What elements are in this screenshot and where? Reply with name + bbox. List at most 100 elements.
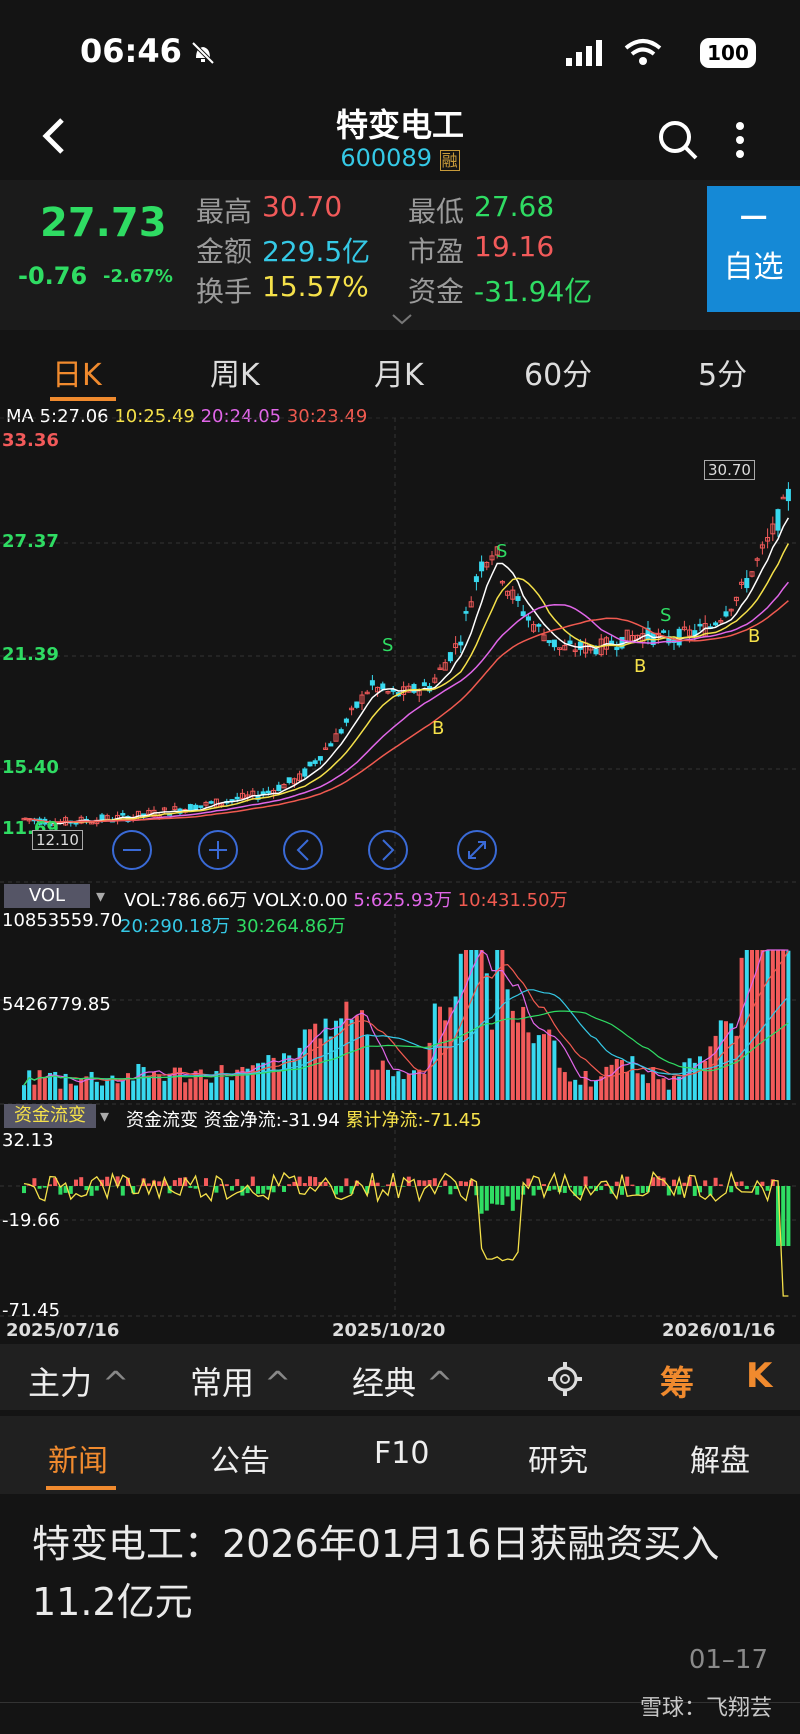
expand-chevron-icon[interactable] (390, 312, 414, 326)
zoom-out-icon[interactable] (112, 830, 152, 870)
volume-bar (131, 1080, 136, 1100)
watchlist-label: 自选 (723, 250, 784, 285)
tab-news[interactable]: 新闻 (48, 1436, 108, 1480)
axis-label-2: 27.37 (2, 531, 59, 552)
tab-weekly-k[interactable]: 周K (210, 350, 260, 394)
flow-bar (266, 1186, 271, 1190)
flow-bar (89, 1186, 94, 1196)
buy-marker: B (432, 718, 445, 739)
flow-cum-line (23, 1170, 789, 1297)
flow-axis-top: 32.13 (2, 1130, 54, 1151)
candle-body (354, 701, 360, 708)
common-button[interactable]: 常用 ^ (190, 1358, 291, 1404)
candle-body (276, 784, 282, 792)
flow-bar (42, 1186, 47, 1188)
add-watchlist-button[interactable]: − 自选 (707, 186, 800, 312)
volume-bar (510, 1010, 515, 1100)
dropdown-arrow-icon[interactable]: ▾ (100, 1106, 109, 1127)
volume-bar (536, 1035, 541, 1100)
volume-bar (22, 1085, 26, 1100)
vol-ma10: 10:431.50万 (457, 890, 568, 911)
flow-bar (313, 1177, 318, 1186)
high-price-marker: 30.70 (704, 460, 755, 480)
flow-bar (484, 1186, 489, 1211)
flow-bar (510, 1186, 515, 1211)
flow-bar (599, 1186, 604, 1191)
volume-bar (713, 1035, 718, 1100)
flow-axis-mid: -19.66 (2, 1210, 61, 1231)
news-headline[interactable]: 特变电工：2026年01月16日获融资买入11.2亿元 (32, 1515, 772, 1631)
volume-bar (438, 1006, 442, 1100)
volume-bar (256, 1063, 260, 1100)
volume-bar (490, 1029, 494, 1100)
classic-button[interactable]: 经典 ^ (352, 1358, 453, 1404)
flow-legend: 资金流变 资金净流:-31.94 累计净流:-71.45 (126, 1106, 482, 1132)
tab-announcement[interactable]: 公告 (210, 1436, 270, 1480)
tab-research[interactable]: 研究 (528, 1436, 588, 1480)
ma10-line (23, 543, 790, 823)
tab-5min[interactable]: 5分 (698, 350, 747, 394)
flow-bar (193, 1186, 198, 1189)
volume-bar (594, 1080, 598, 1100)
chevron-up-icon: ^ (102, 1364, 129, 1402)
pe-label: 市盈 (408, 235, 465, 268)
stock-code-text: 600089 (340, 144, 432, 172)
turnover-value: 15.57% (262, 270, 369, 303)
k-button[interactable]: K (746, 1356, 772, 1396)
volume-bar (609, 1064, 614, 1100)
volume-bar (105, 1079, 110, 1100)
candle-body (775, 509, 781, 531)
volume-bar (776, 950, 780, 1100)
volume-bar (100, 1085, 104, 1100)
volume-bar (276, 1070, 281, 1100)
dropdown-arrow-icon[interactable]: ▾ (96, 886, 105, 907)
pan-right-icon[interactable] (368, 830, 408, 870)
sell-marker: S (382, 635, 394, 656)
candle-body (520, 611, 526, 617)
gear-icon[interactable] (546, 1360, 584, 1398)
flow-bar (490, 1186, 494, 1204)
axis-label-4: 15.40 (2, 757, 59, 778)
more-menu-icon[interactable] (732, 120, 748, 160)
chip-button[interactable]: 筹 (660, 1356, 694, 1405)
tab-daily-k[interactable]: 日K (52, 350, 102, 394)
candle-body (208, 801, 214, 804)
volume-bar (94, 1081, 99, 1100)
tab-analysis[interactable]: 解盘 (690, 1436, 750, 1480)
volume-bar (583, 1071, 588, 1100)
flow-bar (729, 1186, 734, 1193)
flow-bar (105, 1176, 110, 1186)
high-label: 最高 (196, 195, 253, 228)
high-value: 30.70 (262, 190, 343, 223)
ma5-line (23, 517, 790, 825)
flow-bar (536, 1186, 541, 1190)
volume-bar (417, 1069, 422, 1100)
date-label-end: 2026/01/16 (662, 1320, 776, 1341)
zoom-in-icon[interactable] (198, 830, 238, 870)
volume-bar (386, 1069, 390, 1100)
volume-bar (786, 950, 791, 1100)
flow-bar (94, 1186, 99, 1191)
flow-bar (562, 1186, 567, 1193)
flow-bar (344, 1178, 349, 1186)
volume-bar (365, 1034, 370, 1100)
tab-f10[interactable]: F10 (374, 1436, 429, 1471)
fullscreen-icon[interactable] (457, 830, 497, 870)
flow-bar (32, 1178, 37, 1186)
tab-60min[interactable]: 60分 (524, 350, 592, 394)
search-icon[interactable] (656, 118, 700, 162)
classic-label: 经典 (352, 1364, 417, 1402)
flow-indicator-tag[interactable]: 资金流变 (4, 1104, 96, 1128)
volume-bar (224, 1077, 229, 1100)
ma30-line (23, 600, 789, 823)
vol-indicator-tag[interactable]: VOL (4, 884, 90, 908)
candle-body (198, 805, 204, 808)
flow-bar (516, 1186, 520, 1200)
flow-bar (178, 1177, 182, 1186)
flow-bar (542, 1184, 546, 1186)
pan-left-icon[interactable] (283, 830, 323, 870)
volume-bar (271, 1057, 276, 1100)
tab-monthly-k[interactable]: 月K (374, 350, 424, 394)
amount-value: 229.5亿 (262, 235, 371, 268)
main-force-button[interactable]: 主力 ^ (28, 1358, 129, 1404)
